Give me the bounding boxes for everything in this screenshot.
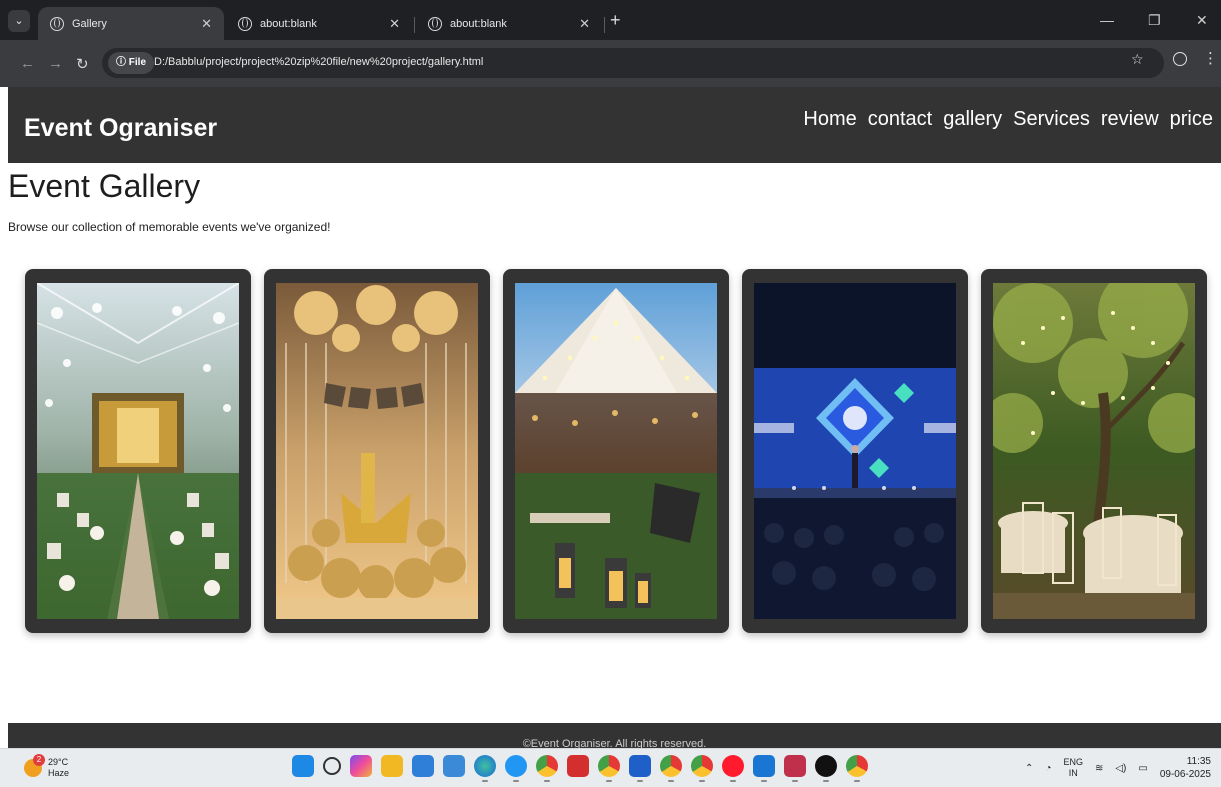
nav-contact[interactable]: contact <box>868 108 932 131</box>
tab-about-blank-2[interactable]: about:blank ✕ <box>416 7 602 40</box>
app-icon[interactable] <box>815 755 837 782</box>
globe-icon <box>238 16 252 31</box>
happy-birthday-balloons-photo <box>276 283 478 619</box>
tab-title: about:blank <box>260 17 317 30</box>
browser-tab-bar: ⌄ Gallery ✕ about:blank ✕ about:blank ✕ … <box>0 0 1221 40</box>
new-tab-plus-icon[interactable]: + <box>610 10 621 31</box>
tab-title: about:blank <box>450 17 507 30</box>
reload-icon[interactable]: ↻ <box>76 55 89 73</box>
gallery-card[interactable] <box>264 269 490 633</box>
weather-sun-icon: 2 <box>24 754 45 777</box>
gallery-card[interactable] <box>25 269 251 633</box>
app-icon[interactable] <box>443 755 465 777</box>
opera-icon[interactable] <box>722 755 744 782</box>
system-tray: ⌃ ◔ ENG IN ≋ ◁) ▭ 11:35 09-06-2025 <box>1025 755 1211 781</box>
wifi-icon[interactable]: ≋ <box>1095 763 1103 774</box>
restore-icon[interactable]: ❐ <box>1148 12 1161 29</box>
windows-taskbar: 2 29°C Haze ⌃ ◔ ENG IN ≋ ◁) ▭ 11:35 09-0… <box>0 748 1221 787</box>
close-tab-icon[interactable]: ✕ <box>389 16 400 32</box>
weather-desc: Haze <box>48 768 70 778</box>
minimize-icon[interactable]: — <box>1100 12 1114 28</box>
edge-icon[interactable] <box>474 755 496 782</box>
chrome-profile-icon[interactable] <box>598 755 620 782</box>
globe-icon <box>428 16 442 31</box>
weather-text: 29°C Haze <box>48 757 69 779</box>
site-nav: Home contact gallery Services review pri… <box>803 108 1213 131</box>
tab-title: Gallery <box>72 17 107 30</box>
conference-stage-photo <box>754 283 956 619</box>
browser-toolbar: ← → ↻ ⓘ File D:/Babblu/project/project%2… <box>0 40 1221 87</box>
nav-services[interactable]: Services <box>1013 108 1090 131</box>
more-menu-icon[interactable]: ⋮ <box>1203 49 1218 67</box>
chevron-up-icon[interactable]: ⌃ <box>1025 763 1033 774</box>
chrome-icon[interactable] <box>536 755 558 782</box>
url-text: D:/Babblu/project/project%20zip%20file/n… <box>154 56 484 68</box>
weather-widget[interactable]: 2 29°C Haze <box>24 754 69 779</box>
chrome-profile-icon[interactable] <box>846 755 868 782</box>
file-chip-label: File <box>128 57 147 68</box>
vscode-icon[interactable] <box>784 755 806 782</box>
close-window-icon[interactable]: ✕ <box>1196 12 1208 29</box>
footer-text: ©Event Organiser. All rights reserved. <box>522 738 707 748</box>
forward-arrow-icon[interactable]: → <box>48 55 63 72</box>
gallery-card[interactable] <box>503 269 729 633</box>
outdoor-tent-dinner-photo <box>515 283 717 619</box>
tab-separator <box>414 17 415 33</box>
globe-icon <box>50 16 64 31</box>
battery-icon[interactable]: ▭ <box>1138 763 1147 774</box>
close-tab-icon[interactable]: ✕ <box>201 16 212 32</box>
garden-fairy-lights-photo <box>993 283 1195 619</box>
copilot-icon[interactable] <box>350 755 372 777</box>
mcafee-icon[interactable] <box>567 755 589 777</box>
microsoft-store-icon[interactable] <box>412 755 434 777</box>
close-tab-icon[interactable]: ✕ <box>579 16 590 32</box>
page-title: Event Gallery <box>8 168 201 204</box>
back-arrow-icon[interactable]: ← <box>20 55 35 72</box>
tab-about-blank-1[interactable]: about:blank ✕ <box>226 7 412 40</box>
nav-review[interactable]: review <box>1101 108 1159 131</box>
file-explorer-icon[interactable] <box>381 755 403 777</box>
volume-icon[interactable]: ◁) <box>1115 763 1126 774</box>
profile-icon[interactable] <box>1173 52 1187 66</box>
site-footer: ©Event Organiser. All rights reserved. <box>8 723 1221 748</box>
taskbar-app-icons <box>292 755 868 782</box>
language-indicator[interactable]: ENG IN <box>1063 757 1083 779</box>
nav-price[interactable]: price <box>1170 108 1213 131</box>
word-icon[interactable] <box>629 755 651 782</box>
tab-separator <box>604 17 605 33</box>
address-bar[interactable]: ⓘ File D:/Babblu/project/project%20zip%2… <box>102 48 1164 78</box>
clock-date: 09-06-2025 <box>1159 769 1211 780</box>
search-icon[interactable] <box>323 757 341 775</box>
page-subtitle: Browse our collection of memorable event… <box>8 220 331 234</box>
wedding-tent-aisle-photo <box>37 283 239 619</box>
site-info-chip[interactable]: ⓘ File <box>108 52 155 74</box>
chrome-profile-icon[interactable] <box>691 755 713 782</box>
help-icon[interactable] <box>505 755 527 782</box>
lang-bottom: IN <box>1068 768 1078 778</box>
clock-time: 11:35 <box>1186 756 1211 767</box>
notification-app-icon[interactable]: ◔ <box>1045 763 1051 774</box>
lang-top: ENG <box>1063 757 1083 767</box>
gallery-grid <box>25 269 1207 633</box>
windows-start-icon[interactable] <box>292 755 314 777</box>
nav-gallery[interactable]: gallery <box>943 108 1002 131</box>
notification-badge: 2 <box>33 754 45 766</box>
chrome-profile-icon[interactable] <box>660 755 682 782</box>
site-logo[interactable]: Event Ograniser <box>24 114 217 143</box>
weather-temp: 29°C <box>48 757 69 767</box>
tab-gallery[interactable]: Gallery ✕ <box>38 7 224 40</box>
bookmark-star-icon[interactable]: ☆ <box>1131 51 1144 68</box>
nav-home[interactable]: Home <box>803 108 856 131</box>
app-icon[interactable] <box>753 755 775 782</box>
site-header: Event Ograniser Home contact gallery Ser… <box>8 87 1221 163</box>
gallery-card[interactable] <box>742 269 968 633</box>
tab-search-chevron-icon[interactable]: ⌄ <box>8 10 30 32</box>
clock[interactable]: 11:35 09-06-2025 <box>1160 755 1211 781</box>
gallery-card[interactable] <box>981 269 1207 633</box>
